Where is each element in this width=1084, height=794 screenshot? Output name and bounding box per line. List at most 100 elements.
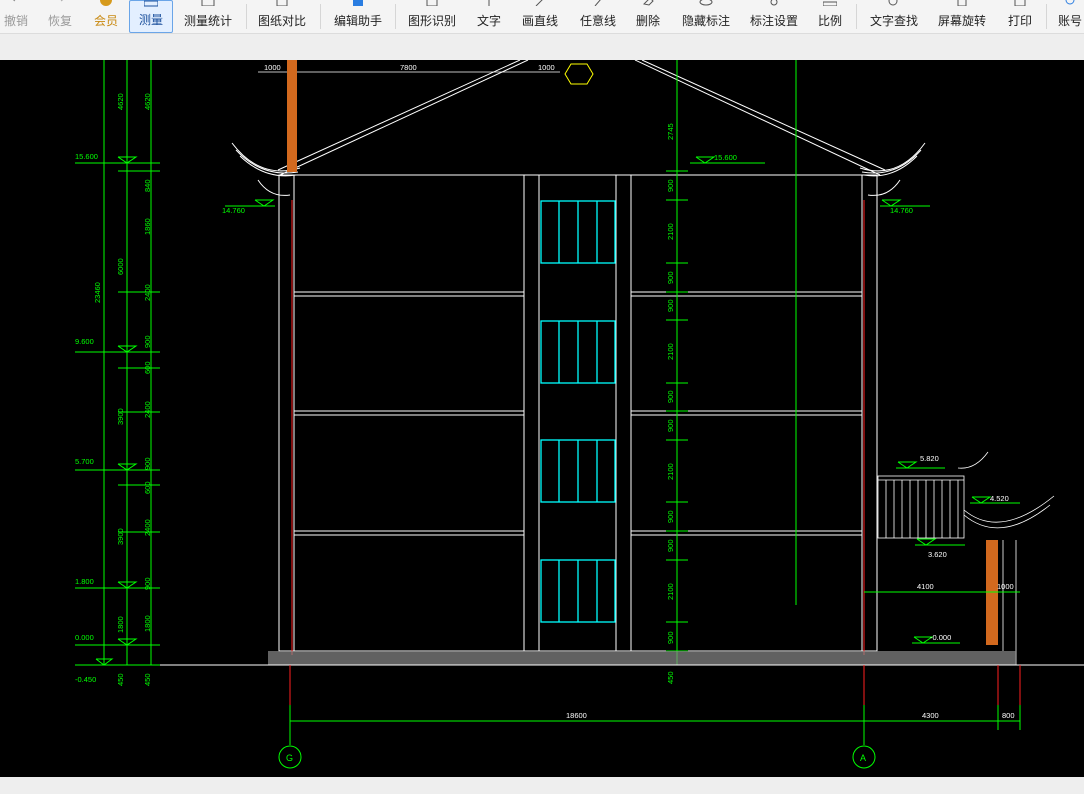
undo-button[interactable]: 撤销 [0,0,32,33]
vip-button[interactable]: 会员 [90,0,122,33]
edit-assistant-button[interactable]: 编辑助手 [330,0,386,33]
dim-label: 450 [116,673,125,686]
dim-label: 800 [1002,711,1015,720]
free-line-button[interactable]: 任意线 [576,0,620,33]
annotation-settings-button[interactable]: 标注设置 [746,0,802,33]
level-label: -0.450 [75,675,96,684]
dim-label: 900 [666,510,675,523]
edit-assistant-label: 编辑助手 [333,14,382,28]
text-search-button[interactable]: 文字查找 [866,0,922,33]
dim-label: 1000 [264,63,281,72]
drawing-canvas[interactable]: 15.600 9.600 5.700 1.800 0.000 -0.450 23… [0,60,1084,777]
delete-button[interactable]: 删除 [632,0,664,33]
text-icon [488,0,490,6]
dim-label: 2100 [666,463,675,480]
delete-label: 删除 [635,14,660,28]
level-label: 4.520 [990,494,1009,503]
line-icon [535,0,543,6]
dim-label: 900 [143,335,152,348]
level-label: -0.000 [930,633,951,642]
level-label: 14.760 [222,206,245,215]
undo-label: 撤销 [3,14,28,28]
dim-label: 1800 [143,615,152,632]
scale-label: 比例 [817,14,842,28]
account-label: 账号 [1057,14,1082,28]
dim-label: 18600 [566,711,587,720]
free-line-label: 任意线 [579,14,616,28]
level-label: 15.600 [75,152,98,161]
level-label: 1.800 [75,577,94,586]
dim-label: 4620 [143,93,152,110]
dim-label: 900 [666,390,675,403]
dim-label: 4300 [922,711,939,720]
level-label: 0.000 [75,633,94,642]
status-bar [0,777,1084,794]
dim-label: 450 [666,671,675,684]
hide-annotation-button[interactable]: 隐藏标注 [678,0,734,33]
dim-label: 3900 [116,408,125,425]
dim-label: 900 [666,271,675,284]
shape-recognition-label: 图形识别 [407,14,456,28]
print-label: 打印 [1007,14,1032,28]
dim-label: 2400 [143,401,152,418]
account-button[interactable]: 账号 [1054,0,1084,33]
draw-line-label: 画直线 [521,14,558,28]
screen-rotate-button[interactable]: 屏幕旋转 [934,0,990,33]
redo-icon [60,0,64,2]
search-icon [888,0,898,6]
dim-label: 1000 [997,582,1014,591]
dim-label: 900 [666,631,675,644]
dim-label: 1860 [143,218,152,235]
dim-label: 900 [666,179,675,192]
dim-label: 6000 [116,258,125,275]
redo-button[interactable]: 恢复 [44,0,76,33]
settings-icon [770,0,778,6]
dim-label: 3900 [116,528,125,545]
eye-icon [699,0,713,6]
left-column [287,60,297,172]
dim-label: 1000 [538,63,555,72]
screen-rotate-label: 屏幕旋转 [937,14,986,28]
drawing-compare-button[interactable]: 图纸对比 [254,0,310,33]
measure-stats-label: 测量统计 [183,14,232,28]
toolbar-separator [856,4,857,29]
dim-label: 7800 [400,63,417,72]
shape-icon [426,0,438,6]
user-icon [1065,0,1075,5]
ruler-icon [144,0,158,7]
pen-icon [594,0,601,6]
draw-line-button[interactable]: 画直线 [518,0,562,33]
dim-label: 2400 [143,284,152,301]
dim-label: 1800 [116,616,125,633]
dim-label: 900 [666,539,675,552]
scale-ruler-icon [823,1,837,6]
level-label: 5.820 [920,454,939,463]
hide-annotation-label: 隐藏标注 [681,14,730,28]
dim-label: 900 [666,299,675,312]
toolbar-gap [0,34,1084,60]
print-button[interactable]: 打印 [1004,0,1036,33]
text-label: 文字 [476,14,501,28]
scale-button[interactable]: 比例 [814,0,846,33]
compare-icon [276,0,288,6]
cad-elevation-drawing: 15.600 9.600 5.700 1.800 0.000 -0.450 23… [0,60,1084,777]
level-label: 9.600 [75,337,94,346]
dim-label: 2745 [666,123,675,140]
toolbar-separator [395,4,396,29]
rotate-icon [957,0,967,6]
measure-button[interactable]: 测量 [129,0,173,33]
text-button[interactable]: 文字 [474,0,504,33]
vip-crown-icon [100,0,112,6]
ground-hatch [268,651,1016,665]
dim-label: 23460 [93,282,102,303]
dim-label: 2400 [143,519,152,536]
dim-label: 900 [143,457,152,470]
dim-label: 900 [143,577,152,590]
printer-icon [1014,0,1026,6]
shape-recognition-button[interactable]: 图形识别 [404,0,460,33]
dim-label: 4100 [917,582,934,591]
measure-label: 测量 [138,13,163,27]
axis-label-a: A [860,753,866,763]
measure-stats-button[interactable]: 测量统计 [180,0,236,33]
canvas-background [0,60,1084,777]
